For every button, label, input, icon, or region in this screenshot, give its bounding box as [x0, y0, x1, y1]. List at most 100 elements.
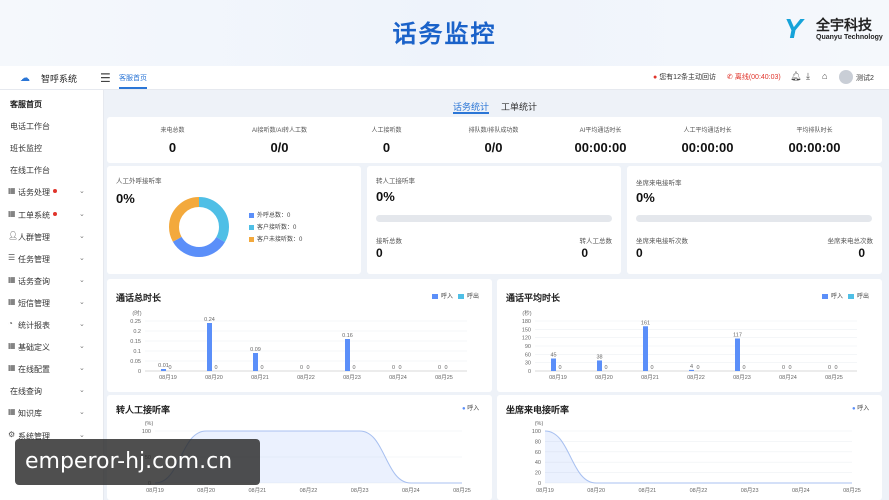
x-tick-label: 08月20 [595, 374, 613, 381]
tab-ticket-stats[interactable]: 工单统计 [501, 100, 537, 113]
download-icon[interactable]: ⤓ [806, 71, 810, 82]
x-tick-label: 08月21 [641, 374, 659, 381]
kpi-item: 人工接听数 0 [333, 117, 440, 163]
outbound-rate-value: 0% [116, 191, 135, 206]
call-status-text: 离线(00:40:03) [734, 74, 781, 81]
data-label: 38 [596, 354, 602, 360]
sidebar-item[interactable]: ▦ 工单系统 ⌄ [0, 204, 104, 224]
x-tick-label: 08月25 [843, 487, 861, 494]
data-label: 4 [690, 364, 693, 370]
sidebar-item-label: 知识库 [18, 409, 42, 419]
y-tick-label: 0 [138, 369, 141, 375]
x-tick-label: 08月21 [248, 487, 266, 494]
kpi-value: 00:00:00 [681, 140, 734, 155]
y-axis-unit: (时) [132, 309, 141, 317]
sidebar-item[interactable]: 电话工作台 [0, 115, 104, 135]
kpi-label: AI接听数/AI转人工数 [251, 128, 307, 134]
data-label: 161 [641, 320, 650, 326]
grid-icon: ▦ [8, 407, 16, 417]
sidebar-item[interactable]: ▦ 短信管理 ⌄ [0, 292, 104, 312]
grid-icon: ▦ [8, 363, 16, 373]
kpi-value: 0 [168, 140, 177, 155]
sidebar-item[interactable]: ◔ 统计报表 ⌄ [0, 314, 104, 334]
legend-label: 外呼总数：0 [257, 213, 291, 219]
x-tick-label: 08月25 [435, 374, 453, 381]
gear-icon: ⚙ [8, 429, 16, 439]
transfer-total-label: 转人工总数 [579, 238, 613, 245]
kpi-card: 来电总数 0 AI接听数/AI转人工数 0/0 人工接听数 0 排队数/排队成功数 0/0 AI… [107, 117, 882, 163]
y-tick-label: 150 [522, 327, 531, 333]
x-tick-label: 08月22 [687, 374, 705, 381]
y-tick-label: 0.1 [133, 349, 141, 355]
y-tick-label: 90 [525, 344, 531, 350]
sidebar-item[interactable]: 在线查询 ⌄ [0, 380, 104, 400]
bell-icon[interactable]: 🔔︎ [790, 71, 801, 82]
grid-icon: ▦ [8, 208, 16, 218]
sidebar-item[interactable]: 班长监控 [0, 137, 104, 157]
data-label: 0 [696, 365, 699, 371]
menu-toggle-icon[interactable]: ☰ [100, 71, 111, 85]
data-label: 0.16 [342, 333, 353, 339]
data-label: 0 [306, 365, 309, 371]
legend-item: 客户接听数：0 [249, 222, 296, 231]
sidebar-item[interactable]: ☰ 任务管理 ⌄ [0, 248, 104, 268]
seat-answer-label: 坐席来电接听次数 [636, 238, 688, 245]
data-label: 0 [260, 365, 263, 371]
seat-total-value: 0 [858, 246, 865, 260]
x-tick-label: 08月20 [587, 487, 605, 494]
x-tick-label: 08月22 [690, 487, 708, 494]
x-tick-label: 08月19 [146, 487, 164, 494]
phone-icon: ✆ [727, 74, 733, 81]
user-name[interactable]: 测试2 [856, 73, 874, 83]
chevron-down-icon: ⌄ [79, 409, 85, 417]
sidebar-item[interactable]: 客服首页 [0, 93, 104, 113]
sidebar-item[interactable]: ▦ 话务查询 ⌄ [0, 270, 104, 290]
badge-dot [53, 189, 57, 194]
sidebar-item[interactable]: ▦ 基础定义 ⌄ [0, 336, 104, 356]
notice-link[interactable]: ● 您有12条主动回访 [653, 72, 716, 82]
app-name: 智呼系统 [41, 74, 78, 84]
transfer-rate-title: 转人工接听率 [376, 178, 415, 185]
avatar[interactable] [839, 70, 853, 84]
sidebar-item-label: 话务处理 [18, 188, 50, 198]
bar-in [551, 358, 556, 371]
sidebar-item-label: 短信管理 [18, 298, 50, 308]
kpi-value: 0 [382, 140, 391, 155]
transfer-rate-value: 0% [376, 189, 395, 204]
y-tick-label: 0.2 [133, 329, 141, 335]
sidebar-item[interactable]: 在线工作台 [0, 159, 104, 179]
sidebar-item[interactable]: 👤︎ 人群管理 ⌄ [0, 226, 104, 246]
chevron-down-icon: ⌄ [79, 210, 85, 218]
transfer-answer-value: 0 [376, 246, 383, 260]
seat-answer-value: 0 [636, 246, 643, 260]
brand-name: 全宇科技 [816, 17, 872, 33]
sidebar-item[interactable]: ▦ 知识库 ⌄ [0, 402, 104, 422]
sidebar-item[interactable]: ▦ 在线配置 ⌄ [0, 358, 104, 378]
avg-duration-chart: (秒)030609012015018008月1945008月2038008月21… [522, 309, 857, 381]
x-tick-label: 08月20 [197, 487, 215, 494]
data-label: 117 [733, 333, 742, 339]
chevron-down-icon: ⌄ [79, 387, 85, 395]
call-status[interactable]: ✆ 离线(00:40:03) [727, 72, 781, 82]
sidebar-item[interactable]: ▦ 话务处理 ⌄ [0, 181, 104, 201]
kpi-value: 0/0 [484, 140, 503, 155]
kpi-item: 人工平均通话时长 00:00:00 [654, 117, 761, 163]
bar-in [207, 323, 212, 371]
kpi-label: AI平均通话时长 [579, 128, 622, 134]
seat-trend-card: 坐席来电接听率 ● 呼入 (%) 0 20 40 60 80 100 08月19 08月20 08… [497, 395, 882, 500]
sidebar-item-label: 客服首页 [10, 100, 42, 109]
bar-in [597, 360, 602, 371]
chevron-down-icon: ⌄ [79, 276, 85, 284]
x-tick-label: 08月24 [779, 374, 797, 381]
kpi-value: 00:00:00 [788, 140, 841, 155]
data-label: 45 [550, 353, 556, 359]
shirt-icon[interactable]: ⌂ [822, 71, 827, 81]
grid-icon: ▦ [8, 341, 16, 351]
bar-in [345, 339, 350, 371]
kpi-label: 人工平均通话时长 [683, 128, 732, 134]
data-label: 0.01 [158, 363, 169, 369]
bar-in [253, 353, 258, 371]
tab-home[interactable]: 客服首页 [119, 73, 147, 83]
task-icon: ☰ [8, 252, 16, 262]
notice-text: 您有12条主动回访 [659, 74, 716, 81]
